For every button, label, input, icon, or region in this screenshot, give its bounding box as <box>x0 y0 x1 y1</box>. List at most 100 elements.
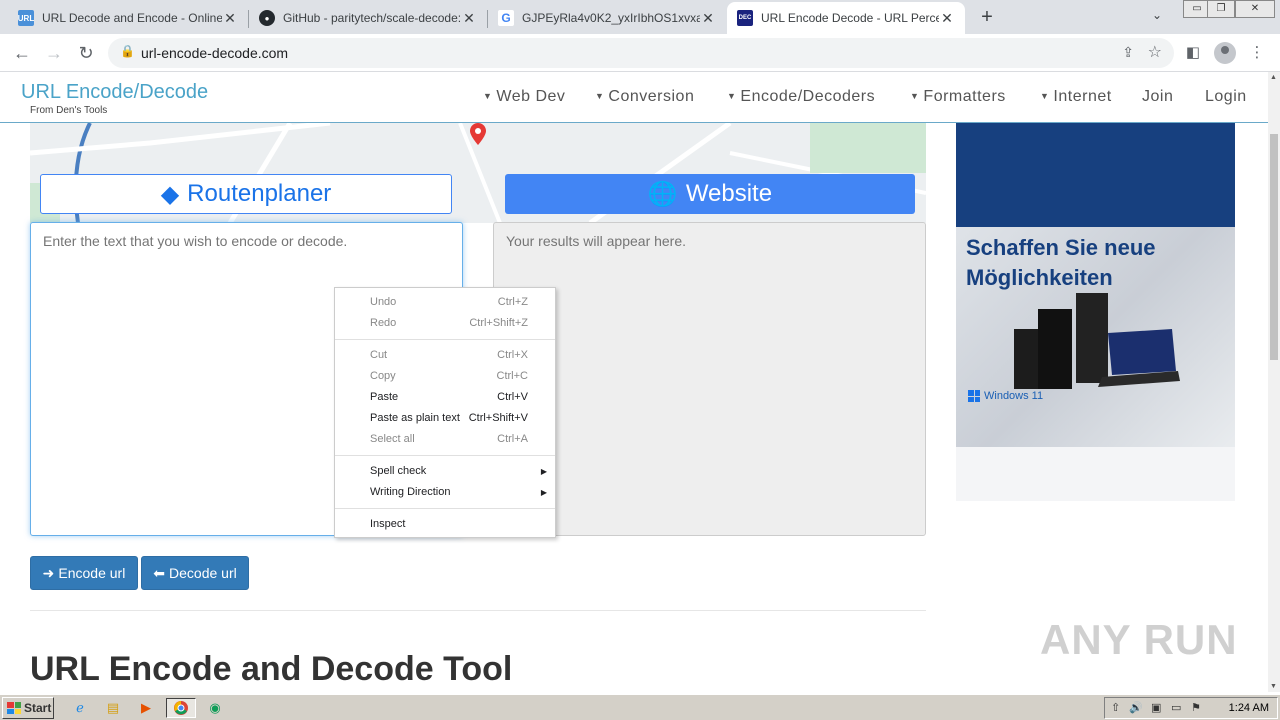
lock-icon[interactable]: 🔒 <box>120 44 135 58</box>
computer-devices-image <box>1014 293 1180 389</box>
nav-encode-decoders[interactable]: ▼ Encode/Decoders <box>727 88 875 106</box>
site-header: URL Encode/Decode From Den's Tools ▼ Web … <box>0 72 1268 123</box>
menu-item-paste[interactable]: Paste Ctrl+V <box>335 387 555 408</box>
chrome-logo <box>174 701 188 715</box>
windows-ad[interactable]: Schaffen Sie neue Möglichkeiten Windows … <box>956 123 1235 501</box>
github-favicon-icon: ● <box>259 10 275 26</box>
address-bar[interactable]: 🔒 url-encode-decode.com ⇪ ☆ <box>108 38 1174 68</box>
url-favicon-icon: URL <box>18 10 34 26</box>
menu-separator <box>335 339 555 340</box>
display-icon[interactable]: ▭ <box>1171 701 1181 714</box>
edge-icon[interactable]: ◉ <box>203 698 227 718</box>
caret-down-icon: ▼ <box>1040 91 1050 101</box>
back-arrow-icon[interactable]: ← <box>10 41 34 65</box>
nav-formatters[interactable]: ▼ Formatters <box>910 88 1006 106</box>
nav-conversion[interactable]: ▼ Conversion <box>595 88 694 106</box>
tab-title: GJPEyRla4v0K2_yxIrIbhOS1xvxa8f <box>522 11 700 25</box>
ad-headline: Schaffen Sie neue Möglichkeiten <box>966 235 1156 290</box>
decode-url-button[interactable]: ⬅ Decode url <box>141 556 249 590</box>
media-player-icon[interactable]: ▶ <box>134 698 158 718</box>
menu-separator <box>335 455 555 456</box>
scroll-up-arrow-icon[interactable]: ▲ <box>1270 74 1277 81</box>
tab-search-chevron-icon[interactable]: ⌄ <box>1152 8 1162 22</box>
menu-item-spell-check[interactable]: Spell check ▶ <box>335 461 555 482</box>
reload-icon[interactable]: ↻ <box>74 41 98 65</box>
windows-taskbar: Start ℯ ▤ ▶ ◉ ⇧ 🔊 ▣ ▭ ⚑ 1:24 AM <box>0 694 1280 720</box>
volume-icon[interactable]: 🔊 <box>1129 701 1143 714</box>
bookmark-star-icon[interactable]: ☆ <box>1148 42 1162 62</box>
submenu-arrow-icon: ▶ <box>540 467 547 476</box>
divider <box>30 610 926 611</box>
taskbar-clock[interactable]: 1:24 AM <box>1229 702 1269 714</box>
caret-down-icon: ▼ <box>483 91 493 101</box>
nav-internet[interactable]: ▼ Internet <box>1040 88 1112 106</box>
windows-11-logo: Windows 11 <box>968 390 1043 402</box>
caret-down-icon: ▼ <box>727 91 737 101</box>
results-output-textarea[interactable] <box>493 222 926 536</box>
browser-tab-strip: URL URL Decode and Encode - Online ✕ ● G… <box>0 0 1280 34</box>
side-panel-icon[interactable]: ◧ <box>1182 42 1204 64</box>
submenu-arrow-icon: ▶ <box>540 488 547 497</box>
site-brand[interactable]: URL Encode/Decode <box>21 81 208 104</box>
encode-url-button[interactable]: ➜ Encode url <box>30 556 138 590</box>
google-favicon-icon: G <box>498 10 514 26</box>
profile-avatar[interactable] <box>1214 42 1236 64</box>
menu-item-redo[interactable]: Redo Ctrl+Shift+Z <box>335 313 555 334</box>
internet-explorer-icon[interactable]: ℯ <box>68 698 92 718</box>
menu-item-writing-direction[interactable]: Writing Direction ▶ <box>335 482 555 503</box>
nav-join[interactable]: Join <box>1142 88 1173 106</box>
tab-google[interactable]: G GJPEyRla4v0K2_yxIrIbhOS1xvxa8f ✕ <box>488 2 726 34</box>
windows-logo-icon <box>968 390 980 402</box>
share-icon[interactable]: ⇪ <box>1122 44 1134 61</box>
tab-url-decode-online[interactable]: URL URL Decode and Encode - Online ✕ <box>8 2 248 34</box>
tab-title: URL Encode Decode - URL Percent E <box>761 11 939 25</box>
route-planner-button[interactable]: ◆ Routenplaner <box>40 174 452 214</box>
address-url[interactable]: url-encode-decode.com <box>141 45 288 61</box>
nav-login[interactable]: Login <box>1205 88 1247 106</box>
website-button[interactable]: 🌐 Website <box>505 174 915 214</box>
tab-github[interactable]: ● GitHub - paritytech/scale-decode: De ✕ <box>249 2 487 34</box>
menu-kebab-icon[interactable]: ⋮ <box>1246 42 1268 64</box>
close-icon[interactable]: ✕ <box>222 10 238 26</box>
scroll-thumb[interactable] <box>1270 134 1278 360</box>
nav-web-dev[interactable]: ▼ Web Dev <box>483 88 565 106</box>
anyrun-watermark: ANY RUN <box>1040 616 1238 663</box>
tab-url-encode-decode[interactable]: DEC URL Encode Decode - URL Percent E ✕ <box>727 2 965 34</box>
folder-icon[interactable]: ▤ <box>101 698 125 718</box>
new-tab-button[interactable]: + <box>976 6 998 28</box>
menu-item-undo[interactable]: Undo Ctrl+Z <box>335 292 555 313</box>
start-button[interactable]: Start <box>2 697 54 719</box>
menu-item-paste-plain-text[interactable]: Paste as plain text Ctrl+Shift+V <box>335 408 555 429</box>
flag-notification-icon[interactable]: ⚑ <box>1191 701 1201 714</box>
forward-arrow-icon[interactable]: → <box>42 41 66 65</box>
chrome-icon[interactable] <box>166 698 196 718</box>
tab-title: GitHub - paritytech/scale-decode: De <box>283 11 461 25</box>
close-icon[interactable]: ✕ <box>939 10 955 26</box>
close-window-button[interactable]: ✕ <box>1235 0 1275 18</box>
caret-down-icon: ▼ <box>595 91 605 101</box>
close-icon[interactable]: ✕ <box>461 10 477 26</box>
tray-up-arrow-icon[interactable]: ⇧ <box>1111 701 1120 714</box>
menu-item-inspect[interactable]: Inspect <box>335 514 555 535</box>
close-icon[interactable]: ✕ <box>700 10 716 26</box>
page-heading: URL Encode and Decode Tool <box>30 650 513 688</box>
page-scrollbar[interactable]: ▲ ▼ <box>1268 72 1280 692</box>
windows-flag-icon <box>7 702 21 714</box>
arrow-right-icon: ➜ <box>42 564 55 581</box>
restore-button[interactable]: ❐ <box>1207 0 1235 18</box>
menu-separator <box>335 508 555 509</box>
ad-banner-top <box>956 123 1235 227</box>
context-menu: Undo Ctrl+Z Redo Ctrl+Shift+Z Cut Ctrl+X… <box>334 287 556 538</box>
system-tray: ⇧ 🔊 ▣ ▭ ⚑ 1:24 AM <box>1104 697 1278 719</box>
caret-down-icon: ▼ <box>910 91 920 101</box>
scroll-down-arrow-icon[interactable]: ▼ <box>1270 683 1277 690</box>
browser-toolbar: ← → ↻ 🔒 url-encode-decode.com ⇪ ☆ ◧ ⋮ <box>0 34 1280 72</box>
tab-title: URL Decode and Encode - Online <box>42 11 222 25</box>
menu-item-select-all[interactable]: Select all Ctrl+A <box>335 429 555 450</box>
site-brand-subtitle: From Den's Tools <box>30 105 108 116</box>
arrow-left-icon: ⬅ <box>153 564 166 581</box>
network-icon[interactable]: ▣ <box>1151 701 1161 714</box>
menu-item-copy[interactable]: Copy Ctrl+C <box>335 366 555 387</box>
menu-item-cut[interactable]: Cut Ctrl+X <box>335 345 555 366</box>
map-pin-icon <box>470 123 486 145</box>
